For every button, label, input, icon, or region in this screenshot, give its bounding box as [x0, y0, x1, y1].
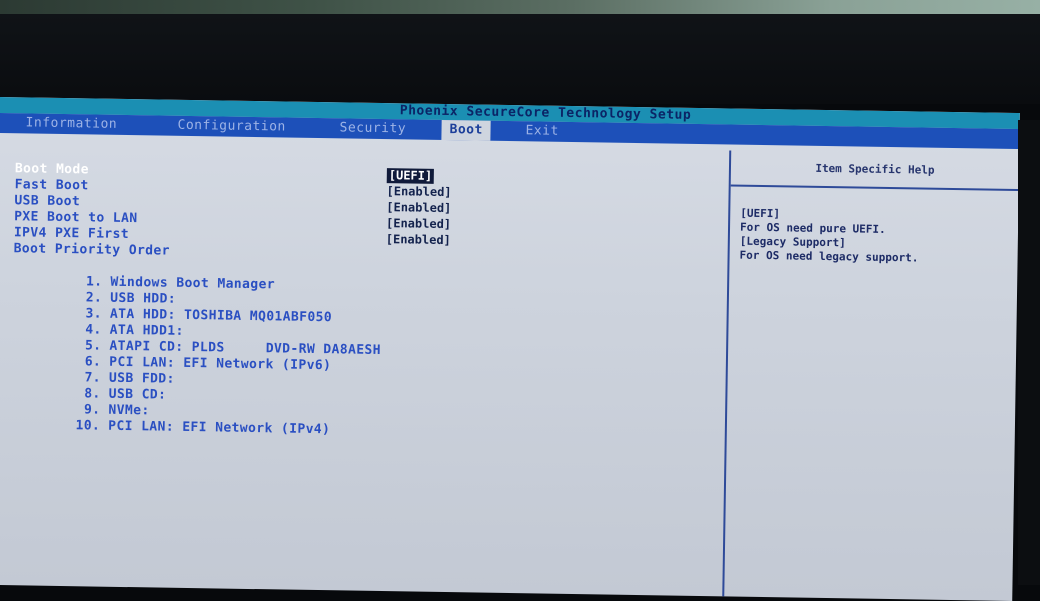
bios-screen: Phoenix SecureCore Technology Setup Info… — [0, 97, 1020, 601]
setting-fast-boot-label[interactable]: Fast Boot — [14, 177, 89, 194]
help-text-line: [UEFI] — [740, 206, 781, 221]
setting-pxe-boot-label[interactable]: PXE Boot to LAN — [14, 209, 138, 227]
tab-exit[interactable]: Exit — [525, 121, 559, 142]
setting-pxe-boot-value[interactable]: [Enabled] — [386, 216, 451, 232]
setting-boot-mode-label[interactable]: Boot Mode — [15, 161, 89, 178]
setting-usb-boot-label[interactable]: USB Boot — [14, 193, 80, 210]
help-text-line: [Legacy Support] — [739, 234, 846, 250]
monitor-bezel — [0, 14, 1040, 104]
help-text-line: For OS need legacy support. — [739, 248, 919, 265]
monitor-side-edge — [1018, 120, 1040, 585]
setting-ipv4-pxe-first-value[interactable]: [Enabled] — [386, 232, 451, 248]
help-separator — [730, 184, 1019, 192]
setting-usb-boot-value[interactable]: [Enabled] — [386, 200, 451, 216]
tab-configuration[interactable]: Configuration — [177, 116, 286, 138]
boot-order-label: PCI LAN: EFI Network (IPv4) — [108, 418, 331, 438]
help-text-line: For OS need pure UEFI. — [739, 220, 886, 236]
boot-settings-panel: Boot Mode [UEFI] Fast Boot [Enabled] USB… — [0, 139, 731, 596]
boot-order-item[interactable]: 10. PCI LAN: EFI Network (IPv4) — [0, 401, 331, 437]
tab-boot[interactable]: Boot — [441, 119, 492, 141]
boot-order-number: 10. — [75, 418, 101, 434]
tab-security[interactable]: Security — [339, 118, 406, 139]
tab-information[interactable]: Information — [25, 113, 117, 134]
setting-fast-boot-value[interactable]: [Enabled] — [386, 184, 451, 200]
setting-ipv4-pxe-first-label[interactable]: IPV4 PXE First — [14, 225, 129, 243]
help-panel: Item Specific Help [UEFI] For OS need pu… — [724, 150, 1019, 600]
setting-boot-mode-value[interactable]: [UEFI] — [386, 168, 435, 184]
help-title: Item Specific Help — [815, 161, 935, 177]
